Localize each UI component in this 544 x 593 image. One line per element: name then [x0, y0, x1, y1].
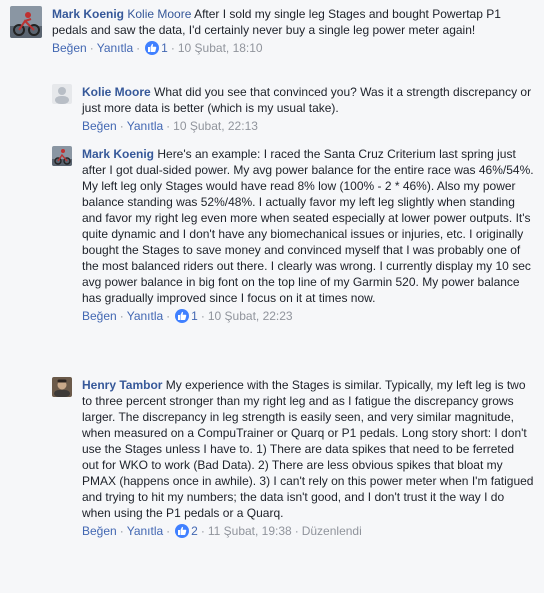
separator-dot: ·: [136, 41, 141, 55]
comment-author[interactable]: Henry Tambor: [82, 378, 162, 392]
comment-thread: Mark Koenig Kolie Moore After I sold my …: [0, 0, 544, 593]
separator-dot: ·: [119, 119, 124, 133]
separator-dot: ·: [119, 524, 124, 538]
thumbs-up-icon[interactable]: [175, 309, 190, 323]
like-button[interactable]: Beğen: [82, 119, 117, 133]
comment-text: Kolie Moore What did you see that convin…: [82, 84, 534, 116]
avatar[interactable]: [10, 6, 42, 38]
comment-author[interactable]: Mark Koenig: [52, 7, 124, 21]
separator-dot: ·: [294, 524, 299, 538]
separator-dot: ·: [170, 41, 175, 55]
comment-body: Here's an example: I raced the Santa Cru…: [82, 147, 534, 305]
comment-text: Mark Koenig Here's an example: I raced t…: [82, 146, 534, 306]
reply-button[interactable]: Yanıtla: [127, 309, 163, 323]
comment-timestamp[interactable]: 10 Şubat, 18:10: [178, 41, 263, 55]
thumbs-up-icon[interactable]: [175, 524, 190, 538]
separator-dot: ·: [89, 41, 94, 55]
comment-timestamp[interactable]: 10 Şubat, 22:23: [208, 309, 293, 323]
comment-actions: Beğen · Yanıtla · 10 Şubat, 22:13: [82, 118, 534, 134]
separator-dot: ·: [200, 524, 205, 538]
reaction-count[interactable]: 1: [161, 41, 168, 55]
separator-dot: ·: [200, 309, 205, 323]
comment-body: My experience with the Stages is similar…: [82, 378, 534, 520]
comment-actions: Beğen · Yanıtla · 2 · 11 Şubat, 19:38 · Düzenlen…: [82, 523, 534, 539]
comment-author[interactable]: Mark Koenig: [82, 147, 154, 161]
comment-timestamp[interactable]: 11 Şubat, 19:38: [208, 524, 292, 538]
separator-dot: ·: [119, 309, 124, 323]
like-button[interactable]: Beğen: [82, 524, 117, 538]
avatar[interactable]: [52, 84, 72, 104]
separator-dot: ·: [166, 524, 171, 538]
avatar[interactable]: [52, 146, 72, 166]
like-button[interactable]: Beğen: [82, 309, 117, 323]
reaction-count[interactable]: 1: [191, 309, 198, 323]
like-button[interactable]: Beğen: [52, 41, 87, 55]
separator-dot: ·: [166, 119, 171, 133]
comment-actions: Beğen · Yanıtla · 1 · 10 Şubat, 22:23: [82, 308, 534, 324]
mention-link[interactable]: Kolie Moore: [127, 7, 191, 21]
comment-text: Mark Koenig Kolie Moore After I sold my …: [52, 6, 534, 38]
thumbs-up-icon[interactable]: [145, 41, 160, 55]
edited-label[interactable]: Düzenlendi: [302, 524, 362, 538]
comment-timestamp[interactable]: 10 Şubat, 22:13: [173, 119, 258, 133]
comment-text: Henry Tambor My experience with the Stag…: [82, 377, 534, 521]
reply-button[interactable]: Yanıtla: [127, 524, 163, 538]
avatar[interactable]: [52, 377, 72, 397]
comment-actions: Beğen · Yanıtla · 1 · 10 Şubat, 18:10: [52, 40, 534, 56]
separator-dot: ·: [166, 309, 171, 323]
comment-author[interactable]: Kolie Moore: [82, 85, 151, 99]
reply-button[interactable]: Yanıtla: [97, 41, 133, 55]
reaction-count[interactable]: 2: [191, 524, 198, 538]
reply-button[interactable]: Yanıtla: [127, 119, 163, 133]
